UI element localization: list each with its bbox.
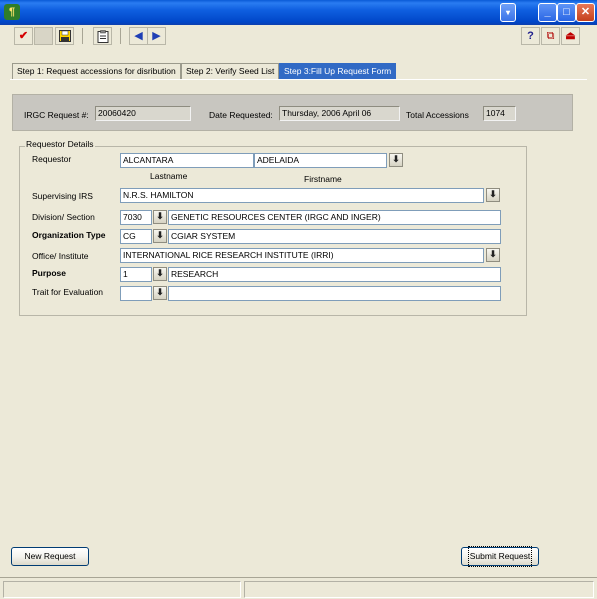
exit-icon[interactable]: ⏏ — [561, 27, 580, 45]
rice-plant-icon[interactable]: ¶ — [4, 4, 20, 20]
tab-step-3[interactable]: Step 3:Fill Up Request Form — [279, 63, 397, 79]
purpose-dropdown-icon[interactable]: ⬇ — [153, 267, 167, 281]
clipboard-icon[interactable] — [93, 27, 112, 45]
minimize-button[interactable]: _ — [538, 3, 557, 22]
division-name-field: GENETIC RESOURCES CENTER (IRGC AND INGER… — [168, 210, 501, 225]
trait-dropdown-icon[interactable]: ⬇ — [153, 286, 167, 300]
division-section-label: Division/ Section — [32, 212, 95, 222]
office-institute-label: Office/ Institute — [32, 251, 89, 261]
requestor-label: Requestor — [32, 154, 72, 164]
date-requested-field: Thursday, 2006 April 06 — [279, 106, 400, 121]
total-accessions-field: 1074 — [483, 106, 516, 121]
supervising-irs-input[interactable]: N.R.S. HAMILTON — [120, 188, 484, 203]
requestor-dropdown-icon[interactable]: ⬇ — [389, 153, 403, 167]
firstname-caption: Firstname — [304, 174, 342, 184]
office-institute-dropdown-icon[interactable]: ⬇ — [486, 248, 500, 262]
organization-type-code-input[interactable]: CG — [120, 229, 152, 244]
purpose-label: Purpose — [32, 268, 67, 278]
new-request-button[interactable]: New Request — [11, 547, 89, 566]
firstname-input[interactable]: ADELAIDA — [254, 153, 387, 168]
office-institute-input[interactable]: INTERNATIONAL RICE RESEARCH INSTITUTE (I… — [120, 248, 484, 263]
new-request-button-label: New Request — [24, 551, 76, 561]
main-window: ¶ ▾ _ □ ✕ ✔ ◀ ▶ ? ⧉ ⏏ Step 1: Request ac… — [0, 0, 597, 599]
trait-name-field — [168, 286, 501, 301]
requestor-details-title: Requestor Details — [25, 139, 95, 149]
previous-icon[interactable]: ◀ — [129, 27, 148, 45]
trait-evaluation-label: Trait for Evaluation — [32, 287, 104, 297]
tab-step-1[interactable]: Step 1: Request accessions for disributi… — [12, 63, 181, 79]
system-menu-button[interactable]: ▾ — [500, 3, 516, 22]
status-pane-left — [3, 581, 241, 598]
copy-icon[interactable]: ⧉ — [541, 27, 560, 45]
supervising-irs-label: Supervising IRS — [32, 191, 93, 201]
supervising-irs-dropdown-icon[interactable]: ⬇ — [486, 188, 500, 202]
close-button[interactable]: ✕ — [576, 3, 595, 22]
save-icon[interactable] — [55, 27, 74, 45]
status-bar — [0, 577, 597, 599]
division-code-input[interactable]: 7030 — [120, 210, 152, 225]
blank-button[interactable] — [34, 27, 53, 45]
request-number-field: 20060420 — [95, 106, 191, 121]
division-dropdown-icon[interactable]: ⬇ — [153, 210, 167, 224]
tab-step-2[interactable]: Step 2: Verify Seed List — [181, 63, 280, 79]
purpose-code-input[interactable]: 1 — [120, 267, 152, 282]
maximize-button[interactable]: □ — [557, 3, 576, 22]
request-header: IRGC Request #: 20060420 Date Requested:… — [12, 94, 573, 131]
title-bar: ¶ ▾ _ □ ✕ — [0, 0, 597, 25]
check-icon[interactable]: ✔ — [14, 27, 33, 45]
next-icon[interactable]: ▶ — [147, 27, 166, 45]
organization-type-name-field: CGIAR SYSTEM — [168, 229, 501, 244]
organization-type-dropdown-icon[interactable]: ⬇ — [153, 229, 167, 243]
help-icon[interactable]: ? — [521, 27, 540, 45]
date-requested-label: Date Requested: — [209, 110, 273, 120]
submit-request-button[interactable]: Submit Request — [461, 546, 539, 567]
trait-code-input[interactable] — [120, 286, 152, 301]
total-accessions-label: Total Accessions — [406, 110, 469, 120]
status-pane-right — [244, 581, 594, 598]
lastname-input[interactable]: ALCANTARA — [120, 153, 254, 168]
toolbar: ✔ ◀ ▶ ? ⧉ ⏏ — [0, 25, 597, 47]
lastname-caption: Lastname — [150, 171, 188, 181]
purpose-name-field: RESEARCH — [168, 267, 501, 282]
request-number-label: IRGC Request #: — [24, 110, 89, 120]
tab-divider — [10, 79, 587, 80]
submit-request-button-label: Submit Request — [467, 546, 533, 567]
organization-type-label: Organization Type — [32, 230, 106, 240]
